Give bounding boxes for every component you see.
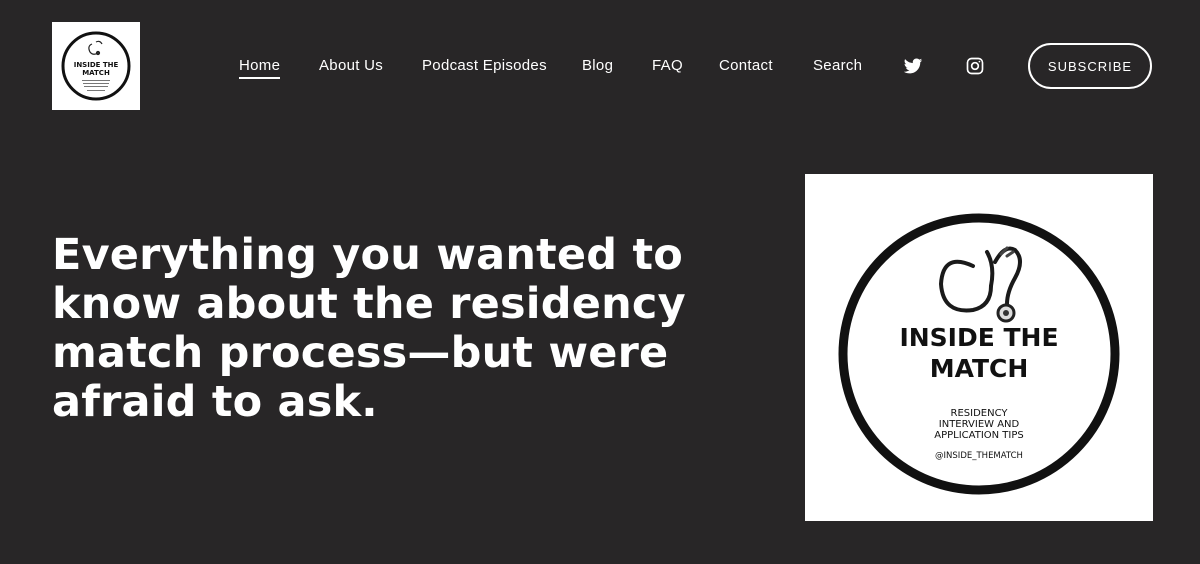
subscribe-button[interactable]: SUBSCRIBE <box>1028 43 1152 89</box>
main-nav: Home About Us Podcast Episodes Blog FAQ … <box>0 0 1200 134</box>
nav-search[interactable]: Search <box>813 57 862 75</box>
instagram-icon[interactable] <box>965 56 985 76</box>
nav-blog[interactable]: Blog <box>582 57 613 75</box>
nav-contact[interactable]: Contact <box>719 57 773 75</box>
twitter-icon[interactable] <box>903 56 923 76</box>
nav-faq[interactable]: FAQ <box>652 57 683 75</box>
cover-sub-line3: APPLICATION TIPS <box>934 430 1024 441</box>
nav-podcast-episodes[interactable]: Podcast Episodes <box>422 57 547 75</box>
nav-about-us[interactable]: About Us <box>319 57 383 75</box>
cover-title-line2: MATCH <box>930 354 1029 383</box>
cover-sub-line2: INTERVIEW AND <box>939 419 1020 430</box>
site-header: INSIDE THE MATCH Home About Us Podcast E… <box>0 0 1200 134</box>
cover-sub-line1: RESIDENCY <box>951 408 1009 419</box>
cover-handle: @INSIDE_THEMATCH <box>935 451 1023 461</box>
nav-home[interactable]: Home <box>239 57 281 79</box>
podcast-cover-image: INSIDE THE MATCH RESIDENCY INTERVIEW AND… <box>805 174 1153 521</box>
cover-title-line1: INSIDE THE <box>899 323 1058 352</box>
stethoscope-icon <box>938 246 1022 323</box>
hero-title: Everything you wanted to know about the … <box>52 230 686 427</box>
